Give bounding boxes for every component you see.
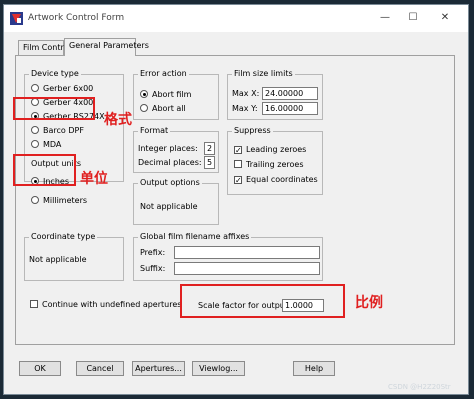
device-option-barco-dpf[interactable]: Barco DPF — [31, 125, 84, 136]
integer-places-label: Integer places: — [138, 144, 198, 153]
checkbox-checked-icon: ✓ — [234, 146, 242, 155]
suppress-trailing-zeroes[interactable]: Trailing zeroes — [234, 159, 303, 170]
coordinate-type-value: Not applicable — [29, 255, 87, 264]
title-bar: Artwork Control Form — ☐ ✕ — [4, 5, 468, 32]
continue-undefined-checkbox[interactable]: Continue with undefined apertures — [30, 299, 181, 310]
tab-film-control[interactable]: Film Control — [18, 40, 71, 55]
radio-icon — [31, 126, 39, 134]
global-affixes-title: Global film filename affixes — [138, 232, 252, 242]
coordinate-type-group: Coordinate type Not applicable — [24, 232, 124, 281]
format-group: Format Integer places: 2 Decimal places:… — [133, 126, 219, 173]
window-title: Artwork Control Form — [28, 13, 125, 23]
max-y-input[interactable]: 16.00000 — [262, 102, 318, 115]
checkbox-icon — [234, 160, 242, 168]
cancel-button[interactable]: Cancel — [76, 361, 124, 376]
radio-icon — [140, 104, 148, 112]
radio-icon — [31, 84, 39, 92]
radio-selected-icon — [140, 90, 148, 98]
device-type-highlight — [13, 97, 95, 120]
suffix-input[interactable] — [174, 262, 320, 275]
max-x-label: Max X: — [232, 89, 260, 98]
viewlog-button[interactable]: Viewlog... — [192, 361, 245, 376]
film-size-limits-title: Film size limits — [232, 69, 295, 79]
max-x-input[interactable]: 24.00000 — [262, 87, 318, 100]
scale-annotation: 比例 — [355, 295, 383, 311]
radio-icon — [31, 196, 39, 204]
tab-general-parameters[interactable]: General Parameters — [64, 38, 149, 56]
error-option-abort-film[interactable]: Abort film — [140, 89, 191, 100]
help-button[interactable]: Help — [293, 361, 335, 376]
global-affixes-group: Global film filename affixes Prefix: Suf… — [133, 232, 323, 281]
film-size-limits-group: Film size limits Max X: 24.00000 Max Y: … — [227, 69, 323, 120]
close-button[interactable]: ✕ — [434, 10, 456, 26]
apertures-button[interactable]: Apertures... — [132, 361, 185, 376]
max-y-label: Max Y: — [232, 104, 258, 113]
prefix-label: Prefix: — [140, 248, 166, 257]
format-title: Format — [138, 126, 171, 136]
decimal-places-label: Decimal places: — [138, 158, 202, 167]
prefix-input[interactable] — [174, 246, 320, 259]
suppress-leading-zeroes[interactable]: ✓ Leading zeroes — [234, 144, 306, 155]
units-annotation: 单位 — [80, 171, 108, 187]
decimal-places-input[interactable]: 5 — [204, 156, 215, 169]
suppress-equal-coordinates[interactable]: ✓ Equal coordinates — [234, 174, 318, 185]
device-option-gerber-6x00[interactable]: Gerber 6x00 — [31, 83, 93, 94]
output-units-highlight — [13, 154, 76, 186]
suffix-label: Suffix: — [140, 264, 166, 273]
format-annotation: 格式 — [104, 112, 132, 128]
error-action-title: Error action — [138, 69, 189, 79]
device-type-title: Device type — [29, 69, 81, 79]
error-option-abort-all[interactable]: Abort all — [140, 103, 186, 114]
coordinate-type-title: Coordinate type — [29, 232, 98, 242]
suppress-group: Suppress ✓ Leading zeroes Trailing zeroes… — [227, 126, 323, 195]
integer-places-input[interactable]: 2 — [204, 142, 215, 155]
device-option-mda[interactable]: MDA — [31, 139, 61, 150]
suppress-title: Suppress — [232, 126, 273, 136]
scale-factor-highlight — [180, 284, 345, 318]
radio-icon — [31, 140, 39, 148]
minimize-button[interactable]: — — [374, 10, 396, 26]
ok-button[interactable]: OK — [19, 361, 61, 376]
maximize-button[interactable]: ☐ — [402, 10, 424, 26]
units-option-millimeters[interactable]: Millimeters — [31, 195, 87, 206]
output-options-title: Output options — [138, 178, 202, 188]
artwork-control-window: Artwork Control Form — ☐ ✕ Film Control … — [3, 4, 469, 395]
output-options-group: Output options Not applicable — [133, 178, 219, 225]
app-icon — [10, 12, 23, 25]
checkbox-checked-icon: ✓ — [234, 176, 242, 185]
error-action-group: Error action Abort film Abort all — [133, 69, 219, 120]
csdn-watermark: CSDN @H2Z20Str — [388, 383, 451, 391]
checkbox-icon — [30, 300, 38, 308]
output-options-value: Not applicable — [140, 202, 198, 211]
